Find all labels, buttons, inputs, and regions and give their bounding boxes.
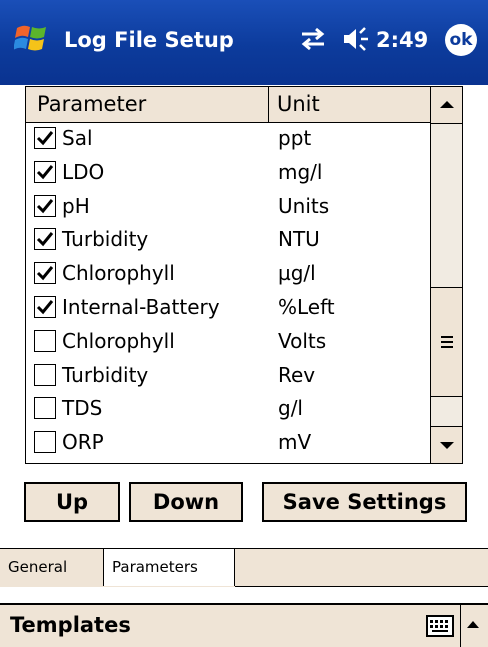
table-row[interactable]: TDS g/l: [26, 393, 431, 427]
row-checkbox[interactable]: [34, 127, 56, 149]
parameter-name: Turbidity: [62, 362, 149, 387]
scroll-up-arrow-icon: [440, 101, 454, 108]
parameter-name: ORP: [62, 430, 104, 455]
input-panel-arrow-icon[interactable]: [466, 619, 480, 629]
row-checkbox[interactable]: [34, 397, 56, 420]
column-header-parameter[interactable]: Parameter: [26, 87, 269, 123]
parameter-unit: Rev: [278, 362, 316, 387]
row-checkbox[interactable]: [34, 228, 56, 251]
parameter-name: Internal-Battery: [62, 294, 220, 319]
row-checkbox[interactable]: [34, 160, 56, 183]
table-row[interactable]: Internal-Battery %Left: [26, 292, 431, 326]
window-title: Log File Setup: [64, 28, 234, 52]
windows-start-icon[interactable]: [14, 22, 48, 56]
checkmark-icon: [36, 198, 54, 213]
table-row[interactable]: Chlorophyll µg/l: [26, 258, 431, 292]
checkmark-icon: [36, 300, 54, 315]
parameter-list[interactable]: Parameter Unit Sal ppt LDO mg/l pH Units Turbi…: [25, 86, 463, 464]
row-checkbox[interactable]: [34, 363, 56, 386]
parameter-name: TDS: [62, 396, 103, 421]
input-panel-separator: [460, 605, 461, 647]
scroll-down-arrow-icon: [440, 442, 454, 449]
parameter-name: pH: [62, 193, 90, 218]
title-bar: Log File Setup 2:49 ok: [0, 0, 488, 85]
checkmark-icon: [36, 164, 54, 180]
table-row[interactable]: Chlorophyll Volts: [26, 326, 431, 360]
parameter-name: Sal: [62, 126, 93, 150]
checkmark-icon: [36, 266, 54, 281]
parameter-unit: ppt: [278, 126, 312, 150]
down-button[interactable]: Down: [129, 482, 243, 522]
table-row[interactable]: pH Units: [26, 191, 431, 225]
table-row[interactable]: Turbidity NTU: [26, 224, 431, 258]
row-checkbox[interactable]: [34, 431, 56, 454]
tab-strip-bottom-border: [235, 586, 488, 587]
volume-icon[interactable]: [340, 24, 370, 54]
parameter-unit: mg/l: [278, 159, 323, 184]
parameter-unit: %Left: [278, 294, 335, 319]
parameter-name: LDO: [62, 159, 105, 184]
row-checkbox[interactable]: [34, 329, 56, 352]
parameter-unit: Units: [278, 193, 330, 218]
parameter-unit: mV: [278, 430, 312, 455]
parameter-unit: µg/l: [278, 261, 316, 286]
table-row[interactable]: LDO mg/l: [26, 157, 431, 191]
up-button[interactable]: Up: [24, 482, 120, 522]
scroll-down-button[interactable]: [431, 426, 462, 463]
row-checkbox[interactable]: [34, 262, 56, 285]
parameter-name: Chlorophyll: [62, 328, 175, 353]
templates-menu[interactable]: Templates: [10, 613, 131, 637]
command-bar: Templates: [0, 603, 488, 647]
scroll-grip-icon: [441, 336, 453, 351]
table-row[interactable]: ORP mV: [26, 427, 431, 461]
row-checkbox[interactable]: [34, 194, 56, 217]
vertical-scrollbar[interactable]: [430, 87, 462, 463]
scroll-up-button[interactable]: [431, 87, 462, 124]
parameter-name: Turbidity: [62, 227, 149, 252]
checkmark-icon: [36, 232, 54, 247]
clock[interactable]: 2:49: [376, 28, 428, 52]
tab-general[interactable]: General: [0, 549, 104, 586]
checkmark-icon: [36, 131, 54, 146]
column-header-unit[interactable]: Unit: [269, 87, 431, 123]
scroll-thumb[interactable]: [431, 287, 462, 397]
keyboard-icon[interactable]: [426, 615, 454, 637]
connectivity-icon[interactable]: [298, 24, 328, 54]
parameter-unit: NTU: [278, 227, 320, 252]
parameter-unit: g/l: [278, 396, 303, 421]
row-checkbox[interactable]: [34, 295, 56, 318]
table-row[interactable]: Sal ppt: [26, 123, 431, 157]
ok-button[interactable]: ok: [445, 24, 477, 56]
parameter-unit: Volts: [278, 328, 327, 353]
parameter-name: Chlorophyll: [62, 261, 175, 286]
tab-parameters[interactable]: Parameters: [104, 549, 235, 586]
save-settings-button[interactable]: Save Settings: [262, 482, 467, 522]
table-row[interactable]: Turbidity Rev: [26, 360, 431, 394]
parameter-rows: Sal ppt LDO mg/l pH Units Turbidity NTU Chloroph…: [26, 123, 431, 461]
